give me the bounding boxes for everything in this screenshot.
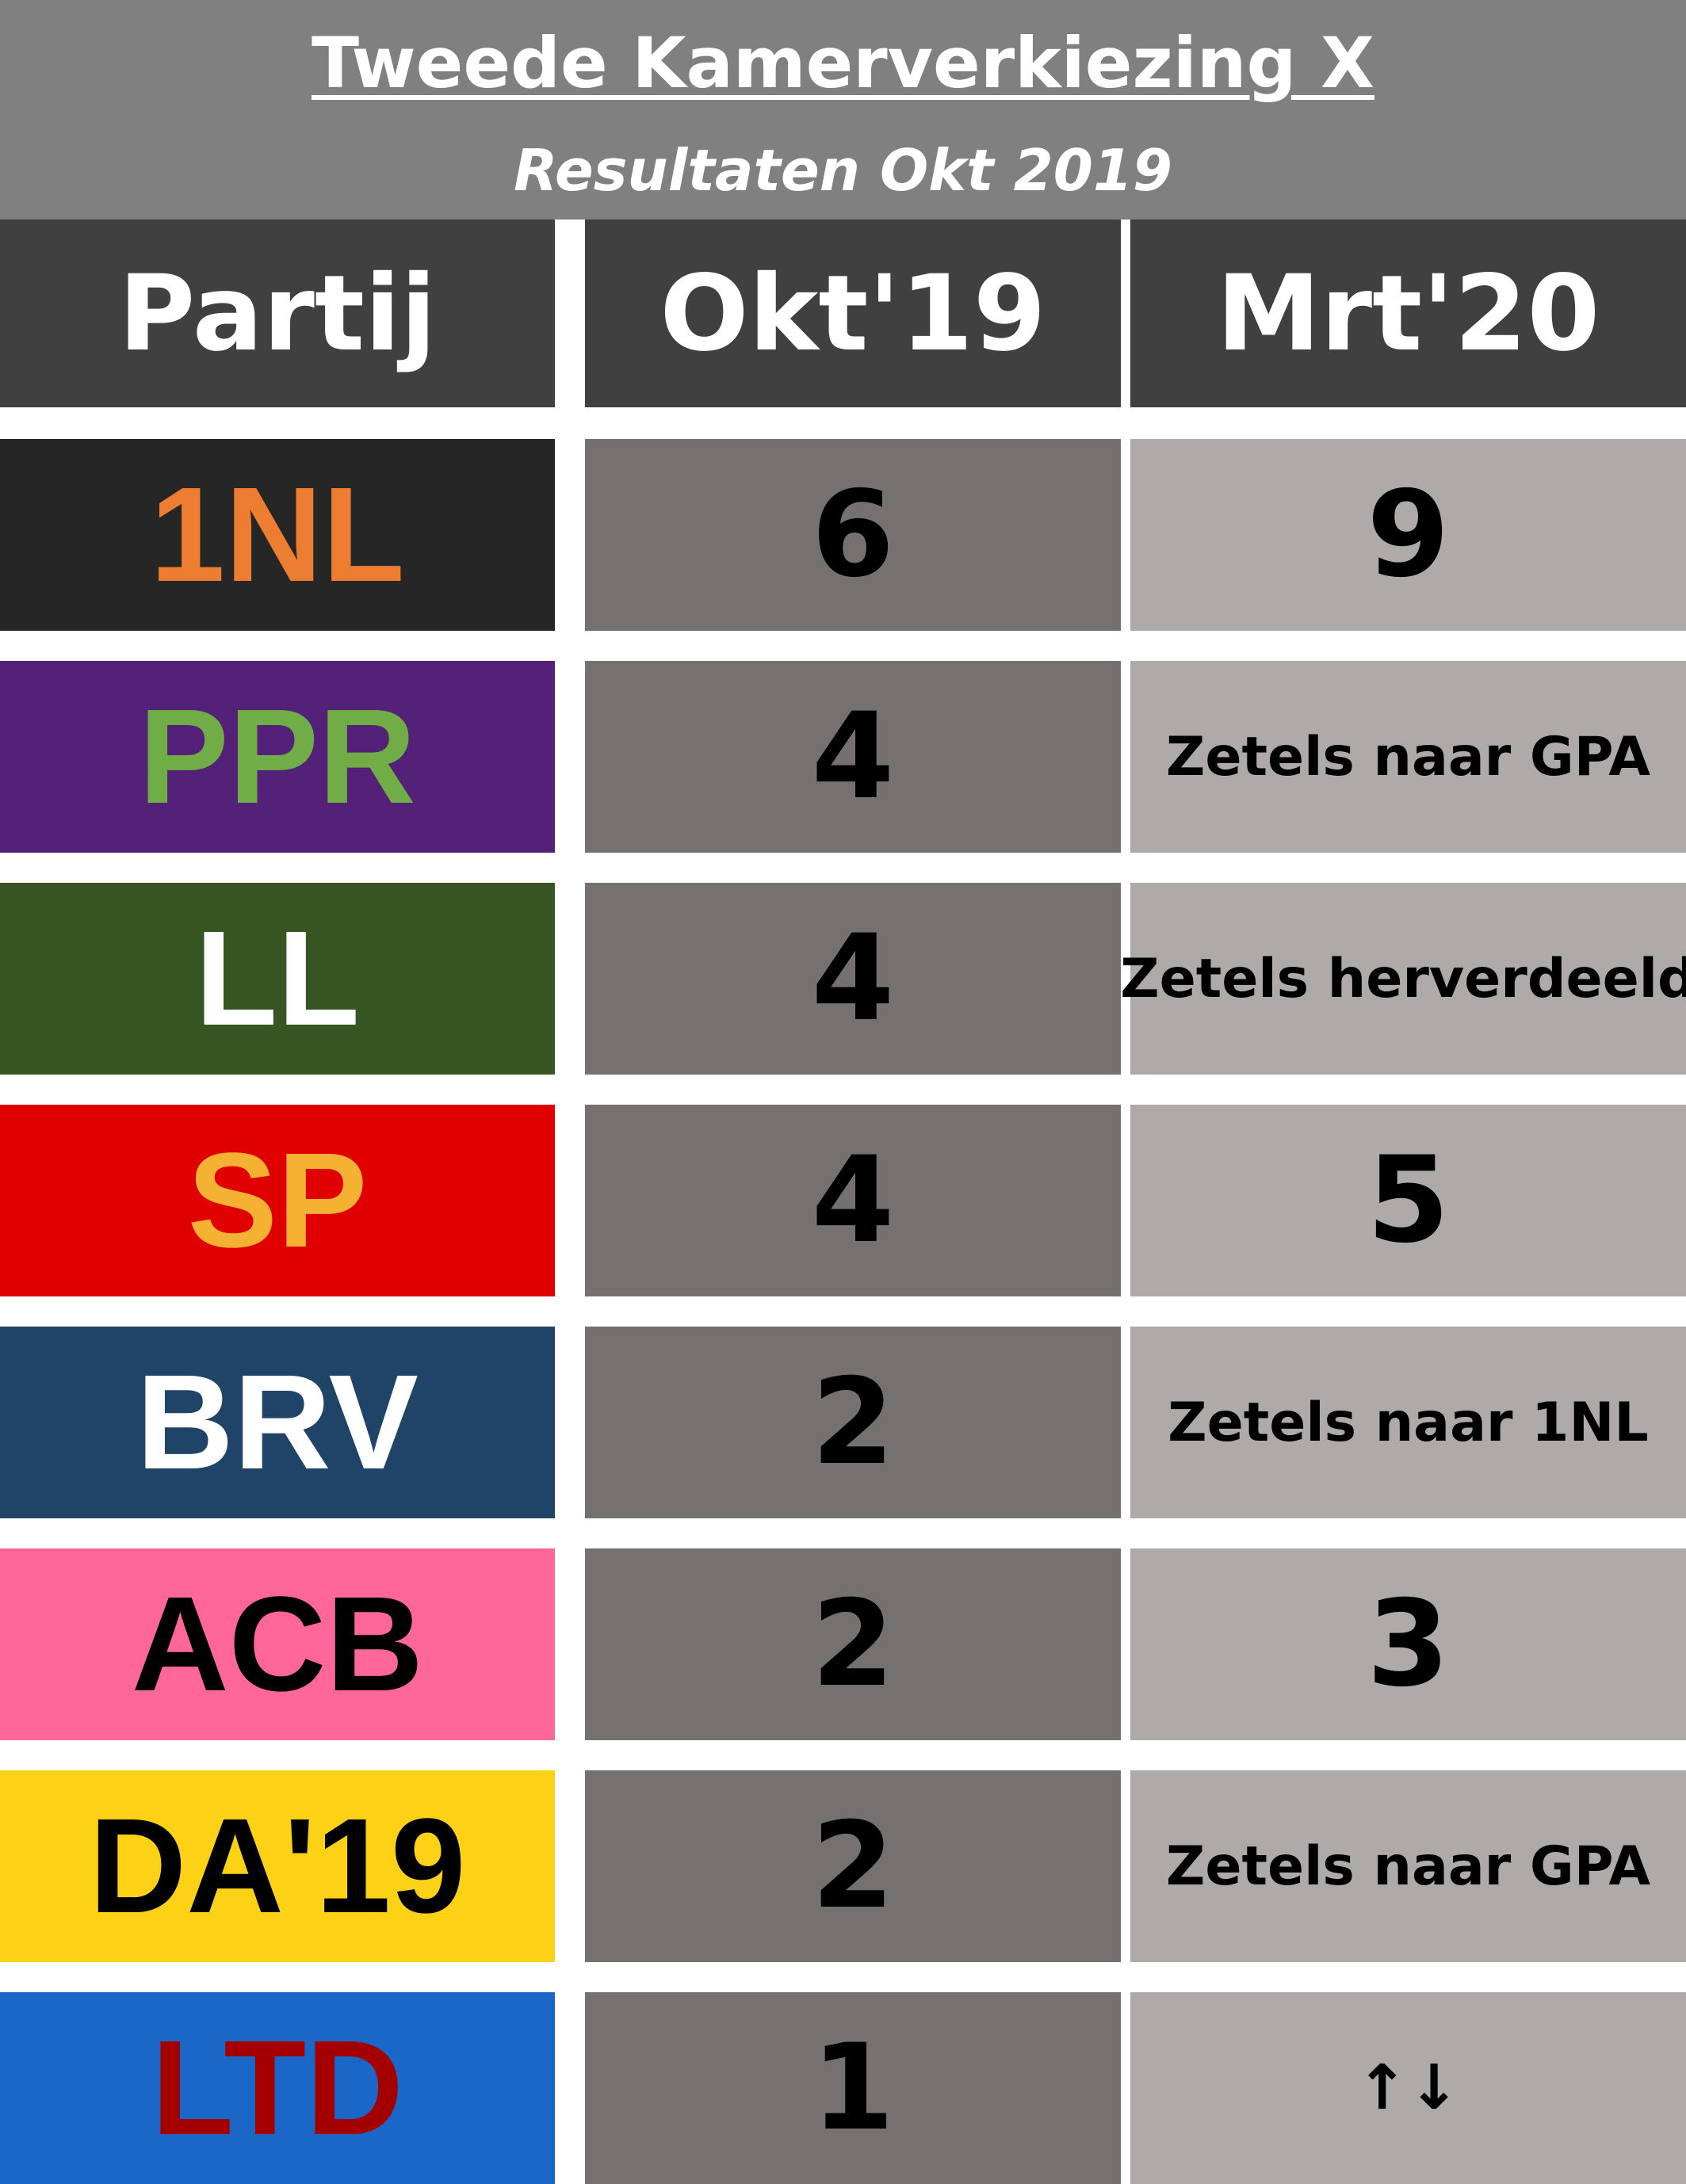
table-row: SP 4 5: [0, 1105, 1686, 1296]
party-cell: PPR: [0, 661, 555, 853]
party-cell: LL: [0, 883, 555, 1075]
up-down-arrows-icon: ↑↓: [1130, 1992, 1686, 2184]
header-banner: Tweede Kamerverkiezing X Resultaten Okt …: [0, 0, 1686, 220]
okt19-seats-cell: 4: [585, 883, 1121, 1075]
mrt20-seats-cell: Zetels herverdeeld: [1120, 883, 1686, 1075]
okt19-seats-cell: 6: [585, 439, 1121, 631]
mrt20-seats-cell: Zetels naar GPA: [1130, 661, 1686, 853]
party-cell: ACB: [0, 1548, 555, 1740]
table-row: LTD 1 ↑↓: [0, 1992, 1686, 2184]
table-row: LL 4 Zetels herverdeeld: [0, 883, 1686, 1075]
mrt20-seats-cell: 5: [1130, 1105, 1686, 1296]
okt19-seats-cell: 4: [585, 1105, 1121, 1296]
mrt20-seats-cell: Zetels naar GPA: [1130, 1770, 1686, 1962]
okt19-seats-cell: 4: [585, 661, 1121, 853]
party-cell: SP: [0, 1105, 555, 1296]
okt19-seats-cell: 2: [585, 1770, 1121, 1962]
table-row: DA'19 2 Zetels naar GPA: [0, 1770, 1686, 1962]
party-cell: DA'19: [0, 1770, 555, 1962]
table-row: BRV 2 Zetels naar 1NL: [0, 1327, 1686, 1518]
mrt20-seats-cell: 3: [1130, 1548, 1686, 1740]
table-row: PPR 4 Zetels naar GPA: [0, 661, 1686, 853]
table-row: 1NL 6 9: [0, 439, 1686, 631]
column-header-okt19: Okt'19: [585, 220, 1121, 407]
okt19-seats-cell: 1: [585, 1992, 1121, 2184]
column-header-mrt20: Mrt'20: [1130, 220, 1686, 407]
page-title: Tweede Kamerverkiezing X: [311, 22, 1374, 104]
mrt20-seats-cell: Zetels naar 1NL: [1130, 1327, 1686, 1518]
okt19-seats-cell: 2: [585, 1548, 1121, 1740]
party-cell: LTD: [0, 1992, 555, 2184]
column-header-partij: Partij: [0, 220, 555, 407]
party-cell: 1NL: [0, 439, 555, 631]
mrt20-seats-cell: 9: [1130, 439, 1686, 631]
okt19-seats-cell: 2: [585, 1327, 1121, 1518]
table-row: ACB 2 3: [0, 1548, 1686, 1740]
page-subtitle: Resultaten Okt 2019: [513, 137, 1173, 204]
party-cell: BRV: [0, 1327, 555, 1518]
